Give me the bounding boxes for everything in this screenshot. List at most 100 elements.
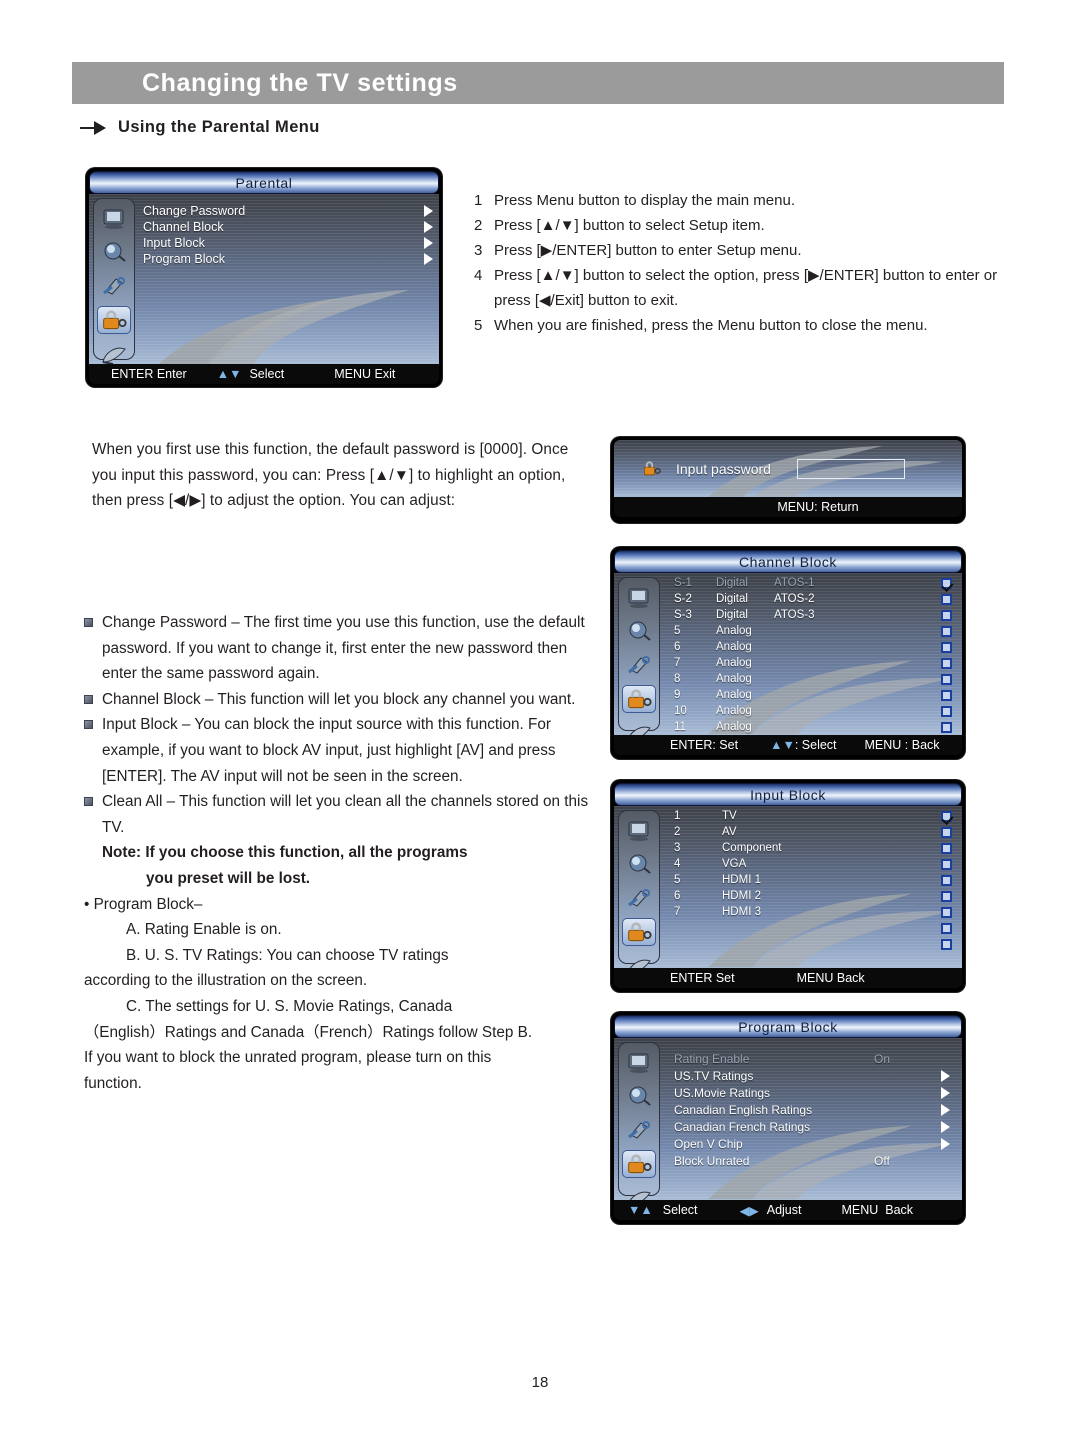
- block-checkbox[interactable]: [941, 657, 952, 669]
- list-item[interactable]: 6 HDMI 2: [674, 888, 952, 904]
- row-label: Open V Chip: [674, 1136, 743, 1151]
- block-checkbox[interactable]: [941, 609, 952, 621]
- row-label: US.Movie Ratings: [674, 1085, 771, 1100]
- list-item-us-tv-ratings[interactable]: US.TV Ratings: [674, 1067, 950, 1084]
- block-checkbox[interactable]: [941, 577, 952, 589]
- feature-bullet-list: Change Password – The first time you use…: [84, 610, 589, 1096]
- block-checkbox[interactable]: [941, 673, 952, 685]
- list-item-canadian-french-ratings[interactable]: Canadian French Ratings: [674, 1118, 950, 1135]
- lock-icon: [642, 460, 664, 478]
- parental-item-channel-block[interactable]: Channel Block: [143, 219, 433, 235]
- list-item[interactable]: 5 HDMI 1: [674, 872, 952, 888]
- instruction-steps: 1 Press Menu button to display the main …: [474, 188, 1014, 338]
- list-item-open-v-chip[interactable]: Open V Chip: [674, 1135, 950, 1152]
- picture-icon[interactable]: [100, 207, 128, 231]
- setup-tools-icon[interactable]: [100, 273, 128, 297]
- setup-tools-icon[interactable]: [625, 885, 653, 909]
- list-item[interactable]: 7 HDMI 3: [674, 904, 952, 920]
- step-item: 1 Press Menu button to display the main …: [474, 188, 1014, 213]
- step-item: 2 Press [▲/▼] button to select Setup ite…: [474, 213, 1014, 238]
- list-item[interactable]: 3 Component: [674, 840, 952, 856]
- block-checkbox[interactable]: [941, 641, 952, 653]
- channel-block-osd-title: Channel Block: [614, 550, 962, 573]
- table-row[interactable]: S-1 Digital ATOS-1: [674, 575, 952, 591]
- program-block-step-c: C. The settings for U. S. Movie Ratings,…: [126, 997, 453, 1015]
- lock-icon[interactable]: [622, 918, 656, 946]
- block-checkbox[interactable]: [941, 922, 952, 934]
- program-block-screenshot: Program Block Rating Enable On US.TV Rat…: [611, 1012, 965, 1224]
- footer-back-label: MENU Back: [796, 971, 865, 985]
- item-label: Program Block: [143, 252, 225, 266]
- row-label: Canadian English Ratings: [674, 1102, 813, 1117]
- list-item[interactable]: 1 TV: [674, 808, 952, 824]
- left-right-arrows-icon: ◀▶: [739, 1203, 759, 1218]
- block-checkbox[interactable]: [941, 625, 952, 637]
- sound-icon[interactable]: [625, 852, 653, 876]
- table-row[interactable]: 9 Analog: [674, 687, 952, 703]
- satellite-dish-icon[interactable]: [100, 343, 128, 364]
- block-checkbox[interactable]: [941, 810, 952, 822]
- cell-type: Analog: [716, 641, 752, 653]
- square-bullet-icon: [84, 720, 93, 730]
- table-row[interactable]: S-3 Digital ATOS-3: [674, 607, 952, 623]
- picture-icon[interactable]: [625, 586, 653, 610]
- parental-item-input-block[interactable]: Input Block: [143, 235, 433, 251]
- list-item[interactable]: 4 VGA: [674, 856, 952, 872]
- cell-index: 1: [674, 810, 681, 822]
- password-input-field[interactable]: [796, 458, 905, 479]
- block-checkbox[interactable]: [941, 705, 952, 717]
- input-block-osd-body: 1 TV 2 AV 3 Component 4 VGA 5 HDMI 1 6 H…: [614, 806, 962, 968]
- table-row[interactable]: 7 Analog: [674, 655, 952, 671]
- satellite-dish-icon[interactable]: [625, 955, 653, 968]
- up-down-arrows-icon: ▲▼: [770, 738, 795, 752]
- table-row[interactable]: 10 Analog: [674, 703, 952, 719]
- block-checkbox[interactable]: [941, 721, 952, 733]
- list-item[interactable]: 2 AV: [674, 824, 952, 840]
- list-item-block-unrated[interactable]: Block Unrated Off: [674, 1152, 950, 1169]
- cell-input-label: AV: [722, 826, 737, 838]
- block-checkbox[interactable]: [941, 593, 952, 605]
- lock-icon[interactable]: [97, 306, 131, 334]
- step-item: 4 Press [▲/▼] button to select the optio…: [474, 263, 1014, 313]
- list-item-us-movie-ratings[interactable]: US.Movie Ratings: [674, 1084, 950, 1101]
- item-label: Channel Block: [143, 220, 224, 234]
- setup-tools-icon[interactable]: [625, 652, 653, 676]
- lock-icon[interactable]: [622, 685, 656, 713]
- table-row[interactable]: 8 Analog: [674, 671, 952, 687]
- sound-icon[interactable]: [625, 1084, 653, 1108]
- table-row[interactable]: S-2 Digital ATOS-2: [674, 591, 952, 607]
- block-checkbox[interactable]: [941, 689, 952, 701]
- list-item[interactable]: [674, 936, 952, 952]
- picture-icon[interactable]: [625, 1051, 653, 1075]
- bullet-text: Channel Block – This function will let y…: [102, 690, 576, 708]
- chevron-right-icon: [424, 205, 433, 217]
- table-row[interactable]: 11 Analog: [674, 719, 952, 735]
- table-row[interactable]: 5 Analog: [674, 623, 952, 639]
- parental-item-change-password[interactable]: Change Password: [143, 203, 433, 219]
- sound-icon[interactable]: [625, 619, 653, 643]
- block-checkbox[interactable]: [941, 826, 952, 838]
- satellite-dish-icon[interactable]: [625, 1187, 653, 1200]
- block-checkbox[interactable]: [941, 858, 952, 870]
- list-item-rating-enable[interactable]: Rating Enable On: [674, 1050, 950, 1067]
- block-checkbox[interactable]: [941, 842, 952, 854]
- block-checkbox[interactable]: [941, 906, 952, 918]
- cell-type: Digital: [716, 593, 748, 605]
- table-row[interactable]: 6 Analog: [674, 639, 952, 655]
- cell-channel: 6: [674, 641, 681, 653]
- satellite-dish-icon[interactable]: [625, 722, 653, 735]
- picture-icon[interactable]: [625, 819, 653, 843]
- lock-icon[interactable]: [622, 1150, 656, 1178]
- cell-input-label: VGA: [722, 858, 747, 870]
- block-checkbox[interactable]: [941, 938, 952, 950]
- sound-icon[interactable]: [100, 240, 128, 264]
- parental-item-program-block[interactable]: Program Block: [143, 251, 433, 267]
- block-checkbox[interactable]: [941, 874, 952, 886]
- setup-tools-icon[interactable]: [625, 1117, 653, 1141]
- list-item[interactable]: [674, 920, 952, 936]
- step-number: 4: [474, 267, 483, 284]
- list-item-canadian-english-ratings[interactable]: Canadian English Ratings: [674, 1101, 950, 1118]
- program-block-osd-footer: ▼▲ Select ◀▶ Adjust MENU Back: [614, 1200, 962, 1220]
- cell-index: 6: [674, 890, 681, 902]
- block-checkbox[interactable]: [941, 890, 952, 902]
